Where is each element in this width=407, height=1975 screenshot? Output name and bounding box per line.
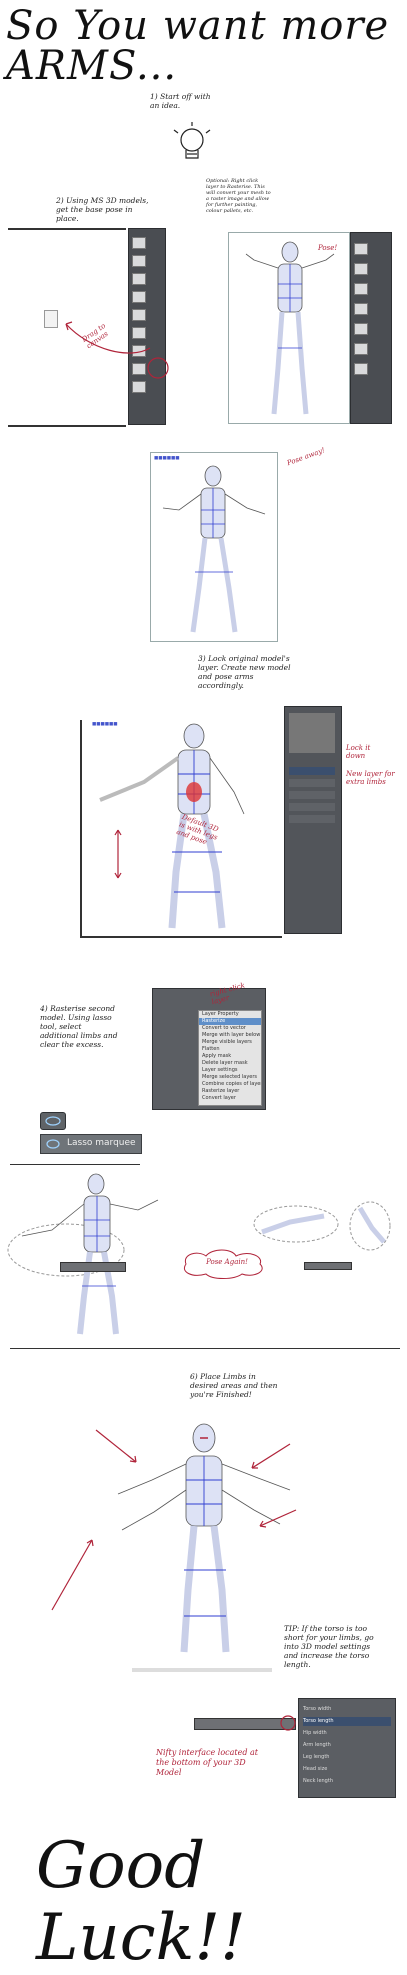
context-menu[interactable]: Layer Property Rasterize Convert to vect… [198,1010,262,1106]
settings-row[interactable]: Neck length [303,1777,333,1786]
red-arrow-drag [65,321,169,379]
step-4-text: 4) Rasterise second model. Using lasso t… [40,1004,118,1049]
page-title: So You want more ARMS... [6,3,390,89]
navigator-thumbnail [289,713,335,753]
layer-row[interactable] [289,803,335,811]
3d-model-toolbar[interactable] [60,1262,126,1272]
menu-item[interactable]: Layer Property [199,1011,261,1018]
menu-item[interactable]: Layer settings [199,1067,261,1074]
pose-away-note: Pose away! [285,446,327,468]
menu-item[interactable]: Delete layer mask [199,1060,261,1067]
menu-item[interactable]: Flatten [199,1046,261,1053]
menu-item[interactable]: Convert to vector [199,1025,261,1032]
mannequin-pose-2 [162,465,266,633]
settings-row[interactable]: Arm length [303,1741,331,1750]
settings-row[interactable]: Torso width [303,1705,331,1714]
menu-item[interactable]: Merge selected layers [199,1074,261,1081]
layer-panel-step-3 [284,706,342,934]
settings-row[interactable]: Hip width [303,1729,327,1738]
divider-line [10,1164,140,1165]
lock-it-down-note: Lock it down [346,744,371,760]
lasso-marquee-label: Lasso marquee [67,1138,136,1148]
step-3-text: 3) Lock original model's layer. Create n… [198,654,291,690]
step-2-text: 2) Using MS 3D models, get the base pose… [56,196,149,223]
red-arrows-final [51,1429,297,1611]
divider-line-2 [10,1348,400,1349]
step-1-text: 1) Start off with an idea. [150,92,211,110]
tip-text: TIP: If the torso is too short for your … [284,1624,374,1669]
settings-circle-highlight [280,1715,296,1731]
settings-row[interactable]: Head size [303,1765,327,1774]
mannequin-pose-1 [245,241,335,415]
layer-row[interactable] [289,791,335,799]
menu-item[interactable]: Apply mask [199,1053,261,1060]
pose-again-note: Pose Again! [206,1258,248,1266]
canvas-caption: ■■■■■■ [154,456,180,461]
lightbulb-icon [173,122,211,159]
menu-item-rasterize[interactable]: Rasterize [199,1018,261,1025]
materials-panel-right [350,232,392,424]
menu-item[interactable]: Merge with layer below [199,1032,261,1039]
extracted-arms [253,1201,391,1251]
settings-row[interactable]: Leg length [303,1753,329,1762]
good-luck-text: Good Luck!! [36,1829,246,1975]
model-settings-panel[interactable]: Torso width Torso length Hip width Arm l… [298,1698,396,1798]
pose-note: Pose! [318,244,338,252]
optional-note: Optional: Right click layer to Rasterise… [206,178,271,214]
menu-item[interactable]: Rasterize layer [199,1088,261,1095]
ground-shadow [132,1668,272,1672]
3d-model-thumbnail[interactable] [44,310,58,328]
step-6-text: 6) Place Limbs in desired areas and then… [190,1372,278,1399]
menu-item[interactable]: Merge visible layers [199,1039,261,1046]
new-layer-note: New layer for extra limbs [346,770,395,786]
nifty-interface-note: Nifty interface located at the bottom of… [156,1748,258,1777]
menu-item[interactable]: Combine copies of layers [199,1081,261,1088]
settings-row-torso-length[interactable]: Torso length [303,1717,391,1726]
3d-model-toolbar-2[interactable] [304,1262,352,1270]
menu-item[interactable]: Convert layer [199,1095,261,1102]
lasso-icon [46,1139,60,1149]
layer-row[interactable] [289,779,335,787]
lasso-tool-button[interactable] [40,1112,66,1130]
layer-row-selected[interactable] [289,767,335,775]
mannequin-rasterised [7,1173,159,1335]
layer-row[interactable] [289,815,335,823]
lasso-marquee-option[interactable]: Lasso marquee [40,1134,142,1154]
